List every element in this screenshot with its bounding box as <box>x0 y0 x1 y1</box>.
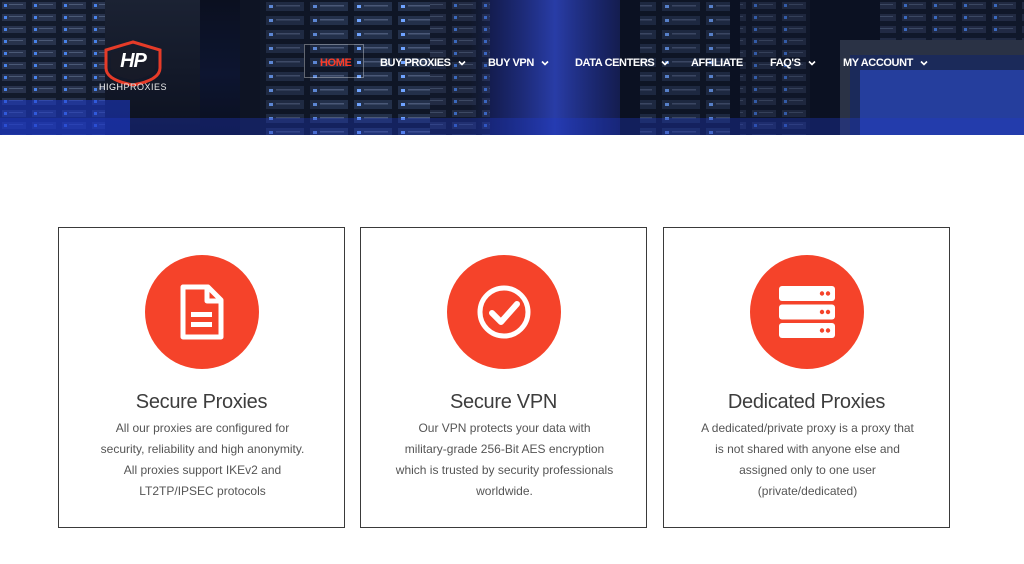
logo-wordmark: HIGHPROXIES <box>88 82 178 92</box>
chevron-down-icon <box>808 59 816 67</box>
feature-description-line: assigned only to one user <box>739 463 876 477</box>
check-circle-icon <box>477 285 531 339</box>
feature-card-secure-vpn: Secure VPN Our VPN protects your data wi… <box>360 227 647 528</box>
nav-label: HOME <box>320 57 352 69</box>
feature-description-line: All proxies support IKEv2 and <box>123 463 282 477</box>
logo-brand-prefix: HIGH <box>98 82 124 92</box>
chevron-down-icon <box>541 59 549 67</box>
nav-label: FAQ'S <box>770 57 801 69</box>
nav-item-data-centers[interactable]: DATA CENTERS <box>575 55 669 71</box>
feature-card-secure-proxies: Secure Proxies All our proxies are confi… <box>58 227 345 528</box>
feature-icon-circle <box>750 255 864 369</box>
feature-description-line: military-grade 256-Bit AES encryption <box>404 442 605 456</box>
feature-description-line: worldwide. <box>476 484 533 498</box>
chevron-down-icon <box>920 59 928 67</box>
feature-description: Our VPN protects your data with military… <box>381 418 628 502</box>
feature-description-line: is not shared with anyone else and <box>715 442 900 456</box>
nav-label: MY ACCOUNT <box>843 57 913 69</box>
feature-description-line: Our VPN protects your data with <box>418 421 591 435</box>
feature-description-line: security, reliability and high anonymity… <box>100 442 305 456</box>
nav-label: DATA CENTERS <box>575 57 655 69</box>
feature-icon-circle <box>145 255 259 369</box>
nav-label: BUY VPN <box>488 57 534 69</box>
feature-title: Secure VPN <box>449 391 558 413</box>
nav-item-buy-proxies[interactable]: BUY PROXIES <box>380 55 466 71</box>
logo-mark: HP <box>120 50 147 72</box>
feature-description-line: LT2TP/IPSEC protocols <box>139 484 266 498</box>
nav-item-affiliate[interactable]: AFFILIATE <box>691 55 743 71</box>
feature-description-line: A dedicated/private proxy is a proxy tha… <box>701 421 914 435</box>
logo-brand-suffix: PROXIES <box>123 82 167 92</box>
feature-title: Dedicated Proxies <box>727 391 886 413</box>
feature-description: A dedicated/private proxy is a proxy tha… <box>684 418 931 502</box>
nav-item-buy-vpn[interactable]: BUY VPN <box>488 55 549 71</box>
chevron-down-icon <box>661 59 669 67</box>
feature-icon-circle <box>447 255 561 369</box>
feature-card-dedicated-proxies: Dedicated Proxies A dedicated/private pr… <box>663 227 950 528</box>
chevron-down-icon <box>458 59 466 67</box>
feature-description-line: (private/dedicated) <box>757 484 858 498</box>
feature-title: Secure Proxies <box>135 391 268 413</box>
document-icon <box>180 284 224 340</box>
hero-header: HP HIGHPROXIES HOME BUY PROXIES BUY VPN … <box>0 0 1024 135</box>
feature-description: All our proxies are configured for secur… <box>79 418 326 502</box>
nav-label: AFFILIATE <box>691 57 743 69</box>
nav-item-my-account[interactable]: MY ACCOUNT <box>843 55 928 71</box>
nav-item-faqs[interactable]: FAQ'S <box>770 55 816 71</box>
nav-label: BUY PROXIES <box>380 57 451 69</box>
nav-item-home[interactable]: HOME <box>320 55 352 71</box>
server-icon <box>779 286 835 338</box>
feature-description-line: which is trusted by security professiona… <box>395 463 614 477</box>
feature-description-line: All our proxies are configured for <box>115 421 290 435</box>
highproxies-logo[interactable]: HP HIGHPROXIES <box>88 40 178 100</box>
